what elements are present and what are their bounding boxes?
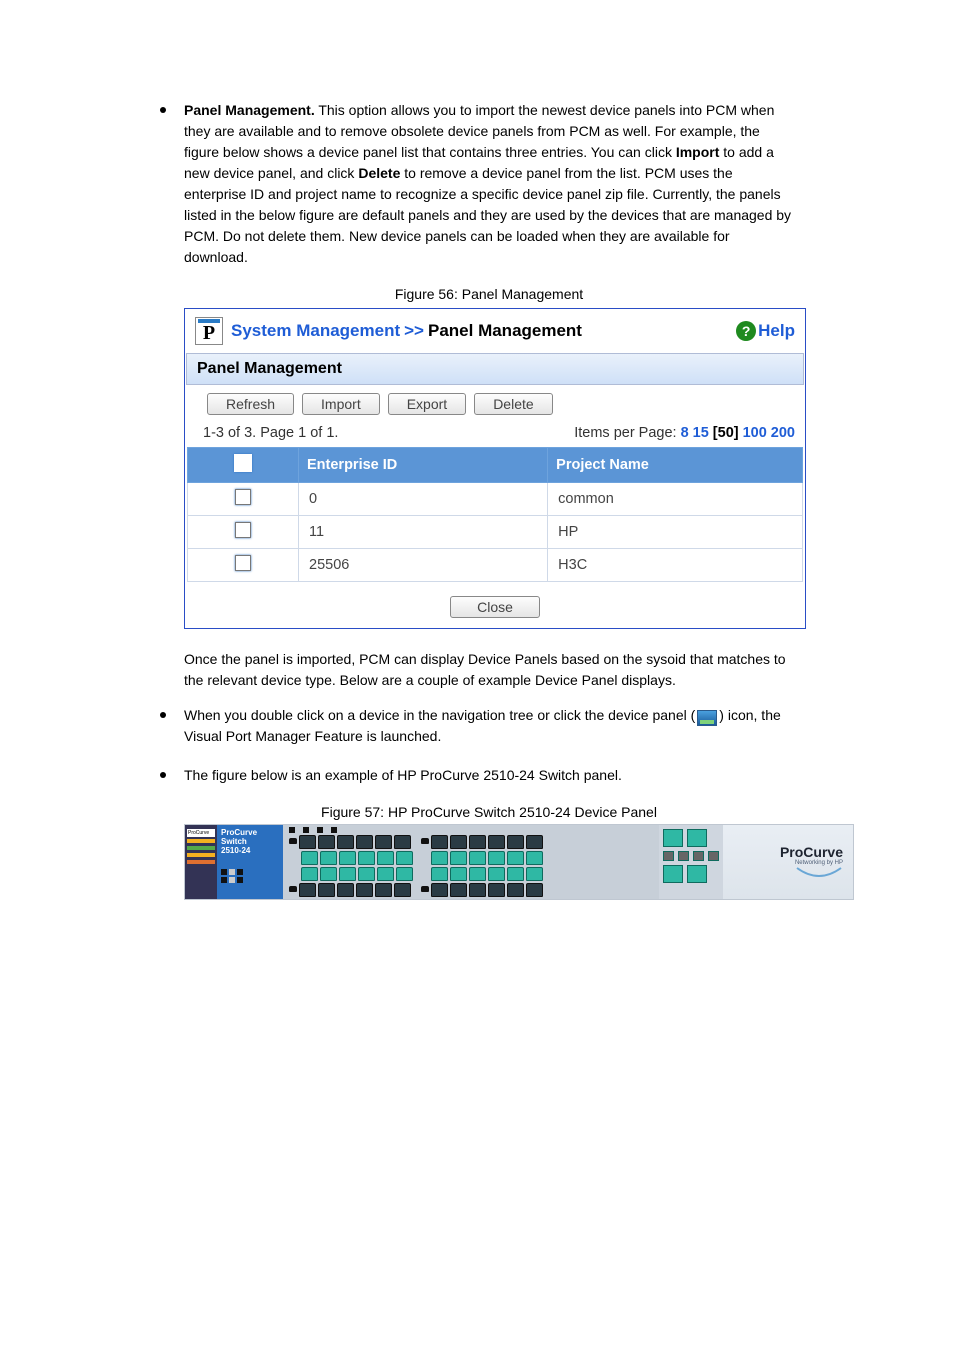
cell-project-name: HP bbox=[548, 516, 803, 549]
export-button[interactable]: Export bbox=[388, 393, 466, 415]
visual-port-manager-paragraph: When you double click on a device in the… bbox=[184, 705, 794, 747]
table-row[interactable]: 0common bbox=[188, 483, 803, 516]
pager-summary: 1-3 of 3. Page 1 of 1. bbox=[203, 425, 338, 441]
select-all-checkbox[interactable] bbox=[234, 454, 252, 472]
breadcrumb-sep: >> bbox=[404, 321, 424, 341]
delete-button[interactable]: Delete bbox=[474, 393, 552, 415]
cell-enterprise-id: 11 bbox=[299, 516, 548, 549]
items-per-page-option[interactable]: 200 bbox=[771, 425, 795, 441]
figure-caption-56: Figure 56: Panel Management bbox=[184, 286, 794, 302]
row-checkbox[interactable] bbox=[235, 522, 251, 538]
model-label: ProCurve Switch 2510-24 bbox=[217, 825, 283, 899]
items-per-page-option[interactable]: 100 bbox=[743, 425, 767, 441]
col-enterprise-id[interactable]: Enterprise ID bbox=[299, 448, 548, 483]
figure-caption-57: Figure 57: HP ProCurve Switch 2510-24 De… bbox=[184, 804, 794, 820]
panel-management-window: P System Management >> Panel Management … bbox=[184, 308, 806, 629]
bullet-icon bbox=[160, 712, 166, 718]
row-checkbox-cell[interactable] bbox=[188, 516, 299, 549]
toolbar: Refresh Import Export Delete bbox=[197, 385, 805, 423]
brand-area: ProCurve Networking by HP bbox=[723, 825, 853, 899]
cell-project-name: common bbox=[548, 483, 803, 516]
items-per-page-option[interactable]: 15 bbox=[693, 425, 709, 441]
status-leds: ProCurve bbox=[185, 825, 217, 899]
table-row[interactable]: 11HP bbox=[188, 516, 803, 549]
col-project-name[interactable]: Project Name bbox=[548, 448, 803, 483]
row-checkbox[interactable] bbox=[235, 555, 251, 571]
row-checkbox-cell[interactable] bbox=[188, 483, 299, 516]
select-all-header[interactable] bbox=[188, 448, 299, 483]
help-icon: ? bbox=[736, 321, 756, 341]
device-panel-table: Enterprise ID Project Name 0common11HP25… bbox=[187, 447, 803, 582]
breadcrumb-current: Panel Management bbox=[428, 321, 582, 341]
device-panel-image: ProCurve ProCurve Switch 2510-24 bbox=[184, 824, 854, 900]
refresh-button[interactable]: Refresh bbox=[207, 393, 294, 415]
items-per-page-option[interactable]: 8 bbox=[681, 425, 689, 441]
bullet-heading: Panel Management. bbox=[184, 102, 315, 118]
example-panel-paragraph: The figure below is an example of HP Pro… bbox=[184, 765, 622, 786]
uplink-ports bbox=[659, 825, 723, 899]
bullet-icon bbox=[160, 772, 166, 778]
table-row[interactable]: 25506H3C bbox=[188, 549, 803, 582]
row-checkbox-cell[interactable] bbox=[188, 549, 299, 582]
after-panel-text: Once the panel is imported, PCM can disp… bbox=[184, 649, 794, 691]
device-panel-icon bbox=[697, 710, 717, 726]
cell-project-name: H3C bbox=[548, 549, 803, 582]
breadcrumb-root[interactable]: System Management bbox=[231, 321, 400, 341]
cell-enterprise-id: 25506 bbox=[299, 549, 548, 582]
row-checkbox[interactable] bbox=[235, 489, 251, 505]
help-link[interactable]: ? Help bbox=[736, 321, 795, 341]
items-per-page-selected: [50] bbox=[713, 425, 739, 441]
window-logo-icon: P bbox=[195, 317, 223, 345]
panel-management-paragraph: Panel Management. This option allows you… bbox=[184, 100, 794, 268]
pager-label: Items per Page: bbox=[574, 425, 676, 441]
port-grid bbox=[283, 825, 659, 899]
bullet-icon bbox=[160, 107, 166, 113]
section-title: Panel Management bbox=[186, 353, 804, 385]
pager: 1-3 of 3. Page 1 of 1. Items per Page: 8… bbox=[185, 423, 805, 447]
panel-breadcrumb-bar: P System Management >> Panel Management … bbox=[185, 309, 805, 353]
close-button[interactable]: Close bbox=[450, 596, 540, 618]
import-button[interactable]: Import bbox=[302, 393, 380, 415]
cell-enterprise-id: 0 bbox=[299, 483, 548, 516]
